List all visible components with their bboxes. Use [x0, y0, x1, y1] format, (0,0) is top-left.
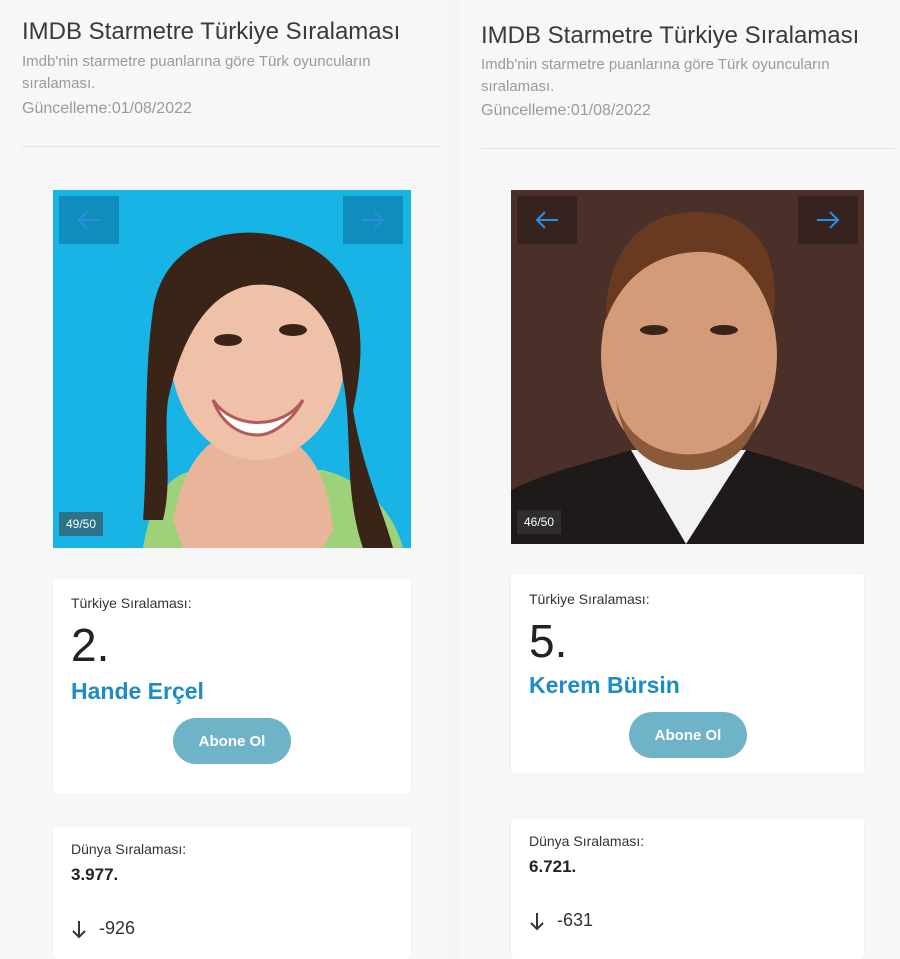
left-panel: IMDB Starmetre Türkiye Sıralaması Imdb'n…: [0, 0, 450, 959]
actor-name-link[interactable]: Hande Erçel: [71, 678, 204, 705]
update-date: Güncelleme:01/08/2022: [22, 100, 192, 117]
gallery-next-button[interactable]: [343, 196, 403, 244]
header-divider: [481, 148, 895, 149]
gallery-next-button[interactable]: [798, 196, 858, 244]
world-rank-label: Dünya Sıralaması:: [71, 841, 187, 857]
subscribe-button[interactable]: Abone Ol: [173, 718, 291, 764]
turkey-rank-value: 2.: [71, 619, 110, 671]
arrow-down-icon: [72, 920, 86, 938]
arrow-down-icon: [530, 912, 544, 930]
world-rank-value: 3.977.: [71, 865, 119, 884]
subscribe-button[interactable]: Abone Ol: [629, 712, 747, 758]
gallery-counter: 49/50: [59, 512, 104, 536]
arrow-left-icon: [535, 211, 558, 229]
rank-change: -926: [71, 918, 135, 939]
header-divider: [22, 146, 440, 147]
page-title: IMDB Starmetre Türkiye Sıralaması: [22, 18, 401, 45]
turkey-rank-label: Türkiye Sıralaması:: [71, 595, 192, 611]
world-rank-card: Dünya Sıralaması: 6.721. -631: [511, 818, 864, 959]
world-rank-label: Dünya Sıralaması:: [529, 833, 645, 849]
actor-photo: 49/50: [53, 190, 411, 548]
turkey-rank-label: Türkiye Sıralaması:: [529, 591, 650, 607]
rank-change: -631: [529, 910, 593, 931]
arrow-right-icon: [817, 211, 840, 229]
gallery-prev-button[interactable]: [59, 196, 119, 244]
actor-photo: 46/50: [511, 190, 864, 544]
update-date: Güncelleme:01/08/2022: [481, 102, 651, 119]
turkey-rank-value: 5.: [529, 615, 568, 667]
turkey-rank-card: Türkiye Sıralaması: 2. Hande Erçel Abone…: [53, 578, 411, 794]
turkey-rank-card: Türkiye Sıralaması: 5. Kerem Bürsin Abon…: [511, 574, 864, 774]
right-panel: IMDB Starmetre Türkiye Sıralaması Imdb'n…: [460, 0, 900, 959]
page-subtitle: Imdb'nin starmetre puanlarına göre Türk …: [481, 56, 830, 95]
world-rank-value: 6.721.: [529, 857, 577, 876]
world-rank-card: Dünya Sıralaması: 3.977. -926: [53, 826, 411, 959]
gallery-prev-button[interactable]: [517, 196, 577, 244]
page-subtitle: Imdb'nin starmetre puanlarına göre Türk …: [22, 53, 371, 92]
rank-change-value: -631: [557, 910, 594, 930]
arrow-left-icon: [77, 211, 100, 229]
rank-change-value: -926: [99, 918, 136, 938]
actor-name-link[interactable]: Kerem Bürsin: [529, 672, 680, 699]
arrow-right-icon: [362, 211, 385, 229]
gallery-counter: 46/50: [517, 510, 562, 534]
page-title: IMDB Starmetre Türkiye Sıralaması: [481, 22, 860, 49]
